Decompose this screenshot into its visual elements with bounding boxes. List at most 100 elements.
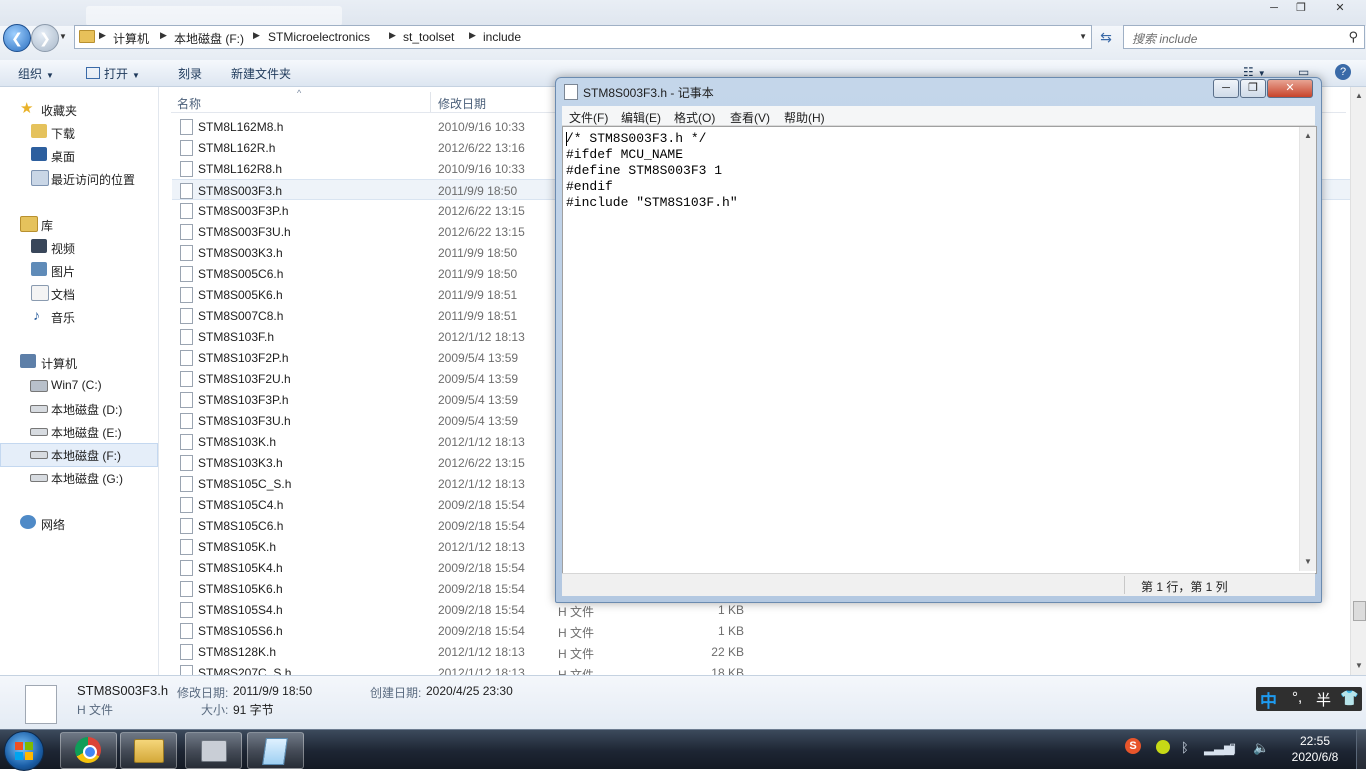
show-desktop-button[interactable] <box>1356 730 1366 769</box>
notepad-content[interactable]: /* STM8S003F3.h */ #ifdef MCU_NAME #defi… <box>566 131 738 211</box>
organize-button[interactable]: 组织 ▼ <box>18 65 54 82</box>
open-button[interactable]: 打开 ▼ <box>86 65 140 82</box>
taskbar-chrome[interactable] <box>60 732 117 769</box>
file-date: 2011/9/9 18:51 <box>438 309 518 323</box>
notepad-close-button[interactable]: ✕ <box>1267 79 1313 98</box>
file-icon <box>180 350 193 366</box>
history-dropdown-icon[interactable]: ▼ <box>59 32 67 41</box>
help-button[interactable]: ? <box>1335 64 1351 80</box>
ime-toolbar[interactable]: 中 °, 半 👕 <box>1256 687 1362 711</box>
back-button[interactable]: ❮ <box>3 24 31 52</box>
clock[interactable]: 22:55 2020/6/8 <box>1280 733 1350 765</box>
taskbar-tool[interactable] <box>185 732 242 769</box>
address-dropdown-icon[interactable]: ▼ <box>1079 32 1087 41</box>
file-list-scrollbar[interactable]: ▲ ▼ <box>1350 87 1366 675</box>
scroll-up-icon[interactable]: ▲ <box>1304 131 1312 140</box>
nav-music[interactable]: ♪ 音乐 <box>0 305 156 327</box>
drive-icon <box>30 451 48 459</box>
scroll-down-icon[interactable]: ▼ <box>1355 661 1363 670</box>
maximize-button[interactable]: ❐ <box>1289 0 1313 16</box>
file-name: STM8S003F3P.h <box>198 204 289 218</box>
nav-drive-g[interactable]: 本地磁盘 (G:) <box>0 466 156 488</box>
nav-videos[interactable]: 视频 <box>0 236 156 258</box>
ime-punct[interactable]: °, <box>1292 689 1302 706</box>
file-icon <box>180 140 193 156</box>
search-box[interactable]: 搜索 include ⚲ <box>1123 25 1365 49</box>
bluetooth-icon[interactable]: ᛒ <box>1181 740 1189 755</box>
file-row[interactable]: STM8S128K.h 2012/1/12 18:13 H 文件 22 KB <box>172 641 1352 662</box>
nav-computer[interactable]: 计算机 <box>0 351 156 373</box>
ime-skin-icon[interactable]: 👕 <box>1340 689 1359 707</box>
nav-drive-d[interactable]: 本地磁盘 (D:) <box>0 397 156 419</box>
file-date: 2011/9/9 18:51 <box>438 288 518 302</box>
nav-desktop[interactable]: 桌面 <box>0 144 156 166</box>
menu-format[interactable]: 格式(O) <box>674 109 715 126</box>
file-icon <box>180 539 193 555</box>
nav-network[interactable]: 网络 <box>0 512 156 534</box>
nav-pictures[interactable]: 图片 <box>0 259 156 281</box>
nav-recent[interactable]: 最近访问的位置 <box>0 167 156 189</box>
column-divider[interactable] <box>430 92 431 112</box>
refresh-button[interactable]: ⇆ <box>1094 26 1118 48</box>
crumb-drive-f[interactable]: 本地磁盘 (F:) <box>174 30 244 47</box>
nav-downloads[interactable]: 下载 <box>0 121 156 143</box>
nav-drive-e[interactable]: 本地磁盘 (E:) <box>0 420 156 442</box>
security-icon[interactable] <box>1156 740 1170 754</box>
new-folder-button[interactable]: 新建文件夹 <box>231 65 291 82</box>
drive-icon <box>30 428 48 436</box>
close-button[interactable]: ✕ <box>1328 0 1352 16</box>
file-name: STM8S103F.h <box>198 330 275 344</box>
nav-documents[interactable]: 文档 <box>0 282 156 304</box>
scroll-up-icon[interactable]: ▲ <box>1355 91 1363 100</box>
chevron-right-icon: ▶ <box>99 30 106 40</box>
file-date: 2009/2/18 15:54 <box>438 561 525 575</box>
device-icon[interactable]: ▯ <box>1229 740 1236 756</box>
taskbar-explorer[interactable] <box>120 732 177 769</box>
nav-drive-f[interactable]: 本地磁盘 (F:) <box>0 443 158 467</box>
notepad-window[interactable]: STM8S003F3.h - 记事本 ─ ❐ ✕ 文件(F) 编辑(E) 格式(… <box>555 77 1322 603</box>
start-button[interactable] <box>4 731 44 771</box>
burn-button[interactable]: 刻录 <box>178 65 202 82</box>
search-input[interactable]: 搜索 include <box>1132 30 1197 47</box>
file-icon <box>180 371 193 387</box>
file-date: 2009/5/4 13:59 <box>438 351 519 365</box>
volume-icon[interactable]: 🔈 <box>1253 740 1269 756</box>
notepad-maximize-button[interactable]: ❐ <box>1240 79 1266 98</box>
crumb-include[interactable]: include <box>483 30 521 44</box>
scrollbar-thumb[interactable] <box>1353 601 1366 621</box>
menu-edit[interactable]: 编辑(E) <box>621 109 661 126</box>
notepad-minimize-button[interactable]: ─ <box>1213 79 1239 98</box>
crumb-st-toolset[interactable]: st_toolset <box>403 30 454 44</box>
column-name[interactable]: 名称 <box>177 95 201 112</box>
nav-libraries[interactable]: 库 <box>0 213 156 235</box>
file-name: STM8L162R8.h <box>198 162 283 176</box>
scroll-down-icon[interactable]: ▼ <box>1304 557 1312 566</box>
nav-drive-e-label: 本地磁盘 (E:) <box>51 426 122 440</box>
nav-pictures-label: 图片 <box>51 265 76 279</box>
nav-favorites[interactable]: ★ 收藏夹 <box>0 98 156 120</box>
nav-drive-c[interactable]: Win7 (C:) <box>0 374 156 396</box>
column-modified[interactable]: 修改日期 <box>438 95 486 112</box>
taskbar-notepad[interactable] <box>247 732 304 769</box>
menu-view[interactable]: 查看(V) <box>730 109 770 126</box>
crumb-stmicroelectronics[interactable]: STMicroelectronics <box>268 30 370 44</box>
file-row[interactable]: STM8S105S6.h 2009/2/18 15:54 H 文件 1 KB <box>172 620 1352 641</box>
address-bar[interactable]: ▶ 计算机 ▶ 本地磁盘 (F:) ▶ STMicroelectronics ▶… <box>74 25 1092 49</box>
sogou-icon[interactable]: S <box>1125 738 1141 754</box>
ime-mode[interactable]: 中 <box>1260 687 1277 712</box>
forward-button[interactable]: ❯ <box>31 24 59 52</box>
crumb-computer[interactable]: 计算机 <box>113 30 149 47</box>
blurred-tab <box>86 6 342 26</box>
caret-down-icon: ▼ <box>132 71 140 80</box>
ime-width[interactable]: 半 <box>1316 689 1331 710</box>
nav-documents-label: 文档 <box>51 288 76 302</box>
menu-file[interactable]: 文件(F) <box>569 109 608 126</box>
file-size: 1 KB <box>717 603 744 617</box>
notepad-scrollbar[interactable]: ▲ ▼ <box>1299 127 1316 571</box>
search-icon[interactable]: ⚲ <box>1348 29 1358 45</box>
minimize-button[interactable]: ─ <box>1262 0 1286 16</box>
drive-icon <box>30 405 48 413</box>
file-date: 2009/2/18 15:54 <box>438 519 525 533</box>
notepad-editor[interactable]: /* STM8S003F3.h */ #ifdef MCU_NAME #defi… <box>562 126 1317 574</box>
menu-help[interactable]: 帮助(H) <box>784 109 825 126</box>
